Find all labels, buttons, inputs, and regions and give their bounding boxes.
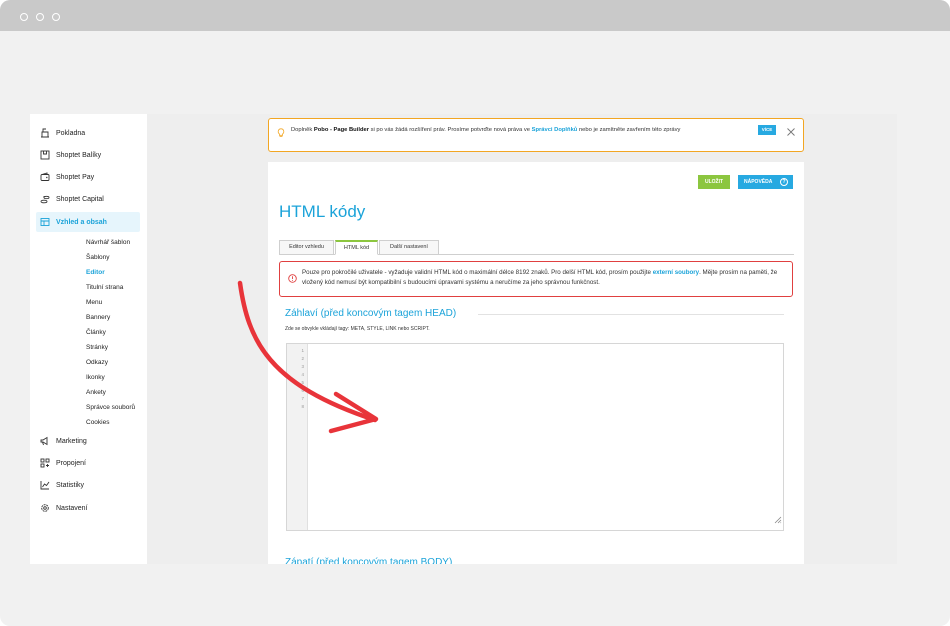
annotation-arrow-icon <box>237 280 379 434</box>
browser-window: Pokladna Shoptet Balíky Shoptet Pay Shop… <box>0 0 950 626</box>
